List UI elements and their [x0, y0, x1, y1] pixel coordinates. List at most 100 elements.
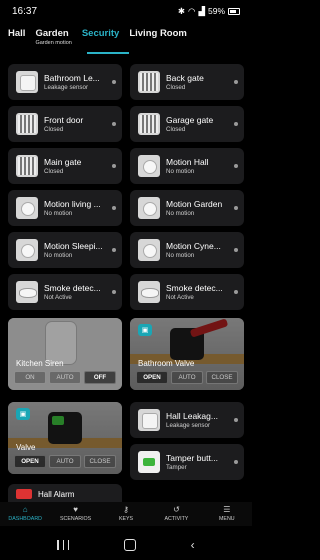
motion-sensor-icon [138, 197, 160, 219]
device-card[interactable]: Motion Cyne... No motion [130, 232, 244, 268]
mode-buttons: OPEN AUTO CLOSE [136, 371, 238, 384]
device-card[interactable]: Motion Hall No motion [130, 148, 244, 184]
home-icon: ⌂ [22, 505, 28, 514]
camera-icon: ▣ [138, 324, 152, 336]
tab-security[interactable]: Security [82, 28, 120, 39]
kitchen-siren-card[interactable]: Kitchen Siren ON AUTO OFF [8, 318, 122, 390]
status-dot [234, 164, 238, 168]
motion-sensor-icon [16, 197, 38, 219]
nav-label: DASHBOARD [8, 516, 42, 522]
device-name: Kitchen Siren [16, 359, 64, 368]
nav-activity[interactable]: ↺ ACTIVITY [151, 502, 201, 526]
nav-scenarios[interactable]: ♥ SCENARIOS [50, 502, 100, 526]
device-state: Leakage sensor [44, 84, 89, 91]
open-button[interactable]: OPEN [14, 455, 46, 468]
status-bar: 16:37 ✱ ◠ ▟ 59% [0, 0, 252, 22]
status-dot [112, 206, 116, 210]
recent-apps-button[interactable] [57, 540, 70, 550]
device-card[interactable]: Hall Leakag... Leakage sensor [130, 402, 244, 438]
device-state: Leakage sensor [166, 422, 211, 429]
device-card[interactable]: Motion living ... No motion [8, 190, 122, 226]
device-state: Tamper [166, 464, 187, 471]
key-icon: ⚷ [123, 505, 129, 514]
close-button[interactable]: CLOSE [206, 371, 238, 384]
device-card[interactable]: Back gate Closed [130, 64, 244, 100]
nav-dashboard[interactable]: ⌂ DASHBOARD [0, 502, 50, 526]
close-button[interactable]: CLOSE [84, 455, 116, 468]
device-state: No motion [166, 252, 195, 259]
device-card[interactable]: Garage gate Closed [130, 106, 244, 142]
device-name: Hall Alarm [38, 489, 75, 499]
device-card[interactable]: Main gate Closed [8, 148, 122, 184]
status-dot [234, 248, 238, 252]
home-button[interactable] [123, 539, 136, 551]
device-state: No motion [44, 252, 73, 259]
device-card[interactable]: Smoke detec... Not Active [130, 274, 244, 310]
auto-button[interactable]: AUTO [49, 455, 81, 468]
tab-label: Living Room [129, 28, 187, 39]
mode-buttons: OPEN AUTO CLOSE [14, 455, 116, 468]
signal-icon: ▟ [198, 5, 205, 16]
tab-garden[interactable]: Garden Garden motion [35, 28, 71, 46]
battery-percent: 59% [207, 6, 225, 16]
on-button[interactable]: ON [14, 371, 46, 384]
device-state: Not Active [166, 294, 194, 301]
door-icon [16, 113, 38, 135]
device-state: Closed [44, 126, 64, 133]
device-card[interactable]: Motion Garden No motion [130, 190, 244, 226]
status-icons: ✱ ◠ ▟ 59% [178, 6, 240, 17]
tab-label: Hall [8, 28, 26, 39]
device-card[interactable]: Bathroom Le... Leakage sensor [8, 64, 122, 100]
gate-icon [138, 113, 160, 135]
leak-sensor-icon [16, 71, 38, 93]
open-button[interactable]: OPEN [136, 371, 168, 384]
battery-icon [228, 7, 240, 15]
device-card[interactable]: Smoke detec... Not Active [8, 274, 122, 310]
device-state: Closed [166, 84, 186, 91]
device-name: Back gate [166, 73, 204, 83]
bottom-nav: ⌂ DASHBOARD ♥ SCENARIOS ⚷ KEYS ↺ ACTIVIT… [0, 502, 252, 526]
off-button[interactable]: OFF [84, 371, 116, 384]
device-name: Motion Garden [166, 199, 223, 209]
active-tab-indicator [87, 52, 129, 54]
status-dot [234, 290, 238, 294]
valve-card[interactable]: ▣ Valve OPEN AUTO CLOSE [8, 402, 122, 474]
device-state: No motion [166, 210, 195, 217]
room-tabs: Hall Garden Garden motion Security Livin… [0, 28, 252, 54]
device-name: Garage gate [166, 115, 214, 125]
status-dot [234, 460, 238, 464]
device-name: Bathroom Le... [44, 73, 100, 83]
device-card[interactable]: Front door Closed [8, 106, 122, 142]
auto-button[interactable]: AUTO [171, 371, 203, 384]
nav-label: SCENARIOS [60, 516, 92, 522]
nav-label: ACTIVITY [164, 516, 189, 522]
tab-living-room[interactable]: Living Room [129, 28, 187, 39]
device-card[interactable]: Tamper butt... Tamper [130, 444, 244, 480]
back-button[interactable]: ‹ [191, 538, 195, 552]
history-icon: ↺ [173, 505, 180, 514]
camera-icon: ▣ [16, 408, 30, 420]
status-dot [112, 248, 116, 252]
device-card[interactable]: Motion Sleepi... No motion [8, 232, 122, 268]
status-dot [112, 80, 116, 84]
status-dot [234, 206, 238, 210]
nav-menu[interactable]: ☰ MENU [202, 502, 252, 526]
tab-sublabel: Garden motion [35, 40, 72, 46]
menu-icon: ☰ [223, 505, 231, 514]
device-name: Smoke detec... [166, 283, 223, 293]
gate-icon [138, 71, 160, 93]
smoke-detector-icon [138, 281, 160, 303]
smoke-detector-icon [16, 281, 38, 303]
device-state: No motion [44, 210, 73, 217]
device-grid: Bathroom Le... Leakage sensor Back gate Cl… [8, 64, 244, 504]
hall-alarm-card[interactable]: Hall Alarm [8, 484, 122, 504]
nav-keys[interactable]: ⚷ KEYS [101, 502, 151, 526]
system-nav-bar: ‹ [0, 530, 252, 560]
alarm-icon [16, 489, 32, 499]
auto-button[interactable]: AUTO [49, 371, 81, 384]
gate-icon [16, 155, 38, 177]
device-name: Smoke detec... [44, 283, 101, 293]
bathroom-valve-card[interactable]: ▣ Bathroom Valve OPEN AUTO CLOSE [130, 318, 244, 390]
tab-hall[interactable]: Hall [8, 28, 25, 39]
status-dot [234, 80, 238, 84]
